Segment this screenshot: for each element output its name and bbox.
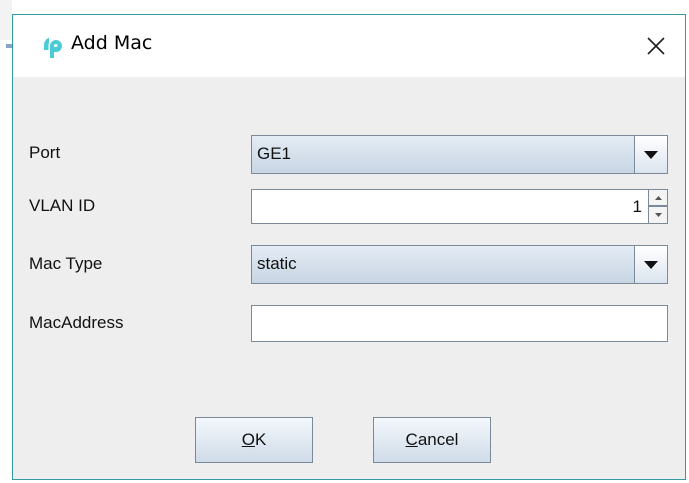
port-selected-value: GE1 — [257, 144, 292, 163]
port-dropdown-button[interactable] — [634, 136, 667, 173]
vlan-id-value: 1 — [632, 197, 642, 216]
close-icon[interactable] — [641, 31, 671, 61]
mac-type-dropdown-button[interactable] — [634, 246, 667, 283]
background-window-titlebar — [0, 0, 12, 40]
ok-button-label: K — [254, 430, 267, 449]
chevron-down-icon — [644, 150, 658, 159]
ok-button[interactable]: OK — [195, 417, 313, 463]
vlan-id-label: VLAN ID — [29, 196, 96, 215]
arrow-up-icon — [654, 195, 662, 200]
mac-address-input[interactable] — [251, 305, 668, 342]
dialog-title: Add Mac — [71, 32, 153, 54]
background-window — [0, 0, 12, 483]
arrow-down-icon — [654, 213, 662, 217]
port-label: Port — [29, 143, 61, 162]
mac-address-label: MacAddress — [29, 313, 124, 332]
vlan-id-input[interactable]: 1 — [251, 189, 648, 224]
cancel-button-mnemonic: C — [405, 430, 418, 449]
dialog-titlebar[interactable]: Add Mac — [13, 15, 685, 77]
mac-type-selected-value: static — [257, 254, 297, 273]
add-mac-dialog: Add Mac Port GE1 VLAN ID 1 Mac Type stat… — [12, 14, 686, 480]
dialog-content: Port GE1 VLAN ID 1 Mac Type static MacAd… — [13, 77, 685, 479]
ok-button-mnemonic: O — [241, 430, 255, 449]
mac-type-combobox[interactable]: static — [251, 245, 668, 284]
vlan-id-spinner[interactable]: 1 — [251, 189, 668, 224]
cancel-button[interactable]: Cancel — [373, 417, 491, 463]
port-combobox[interactable]: GE1 — [251, 135, 668, 174]
tp-link-logo-icon — [41, 34, 67, 60]
spinner-up-button[interactable] — [648, 189, 668, 206]
spinner-down-button[interactable] — [648, 206, 668, 224]
mac-type-label: Mac Type — [29, 254, 103, 273]
cancel-button-label: ancel — [417, 430, 459, 449]
chevron-down-icon — [644, 260, 658, 269]
